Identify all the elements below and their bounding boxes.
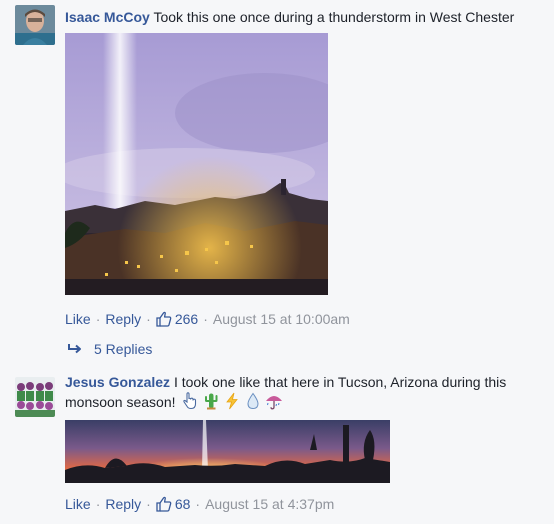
author-name[interactable]: Jesus Gonzalez (65, 374, 170, 390)
comment-body: Isaac McCoy Took this one once during a … (65, 8, 548, 27)
separator: · (203, 311, 208, 327)
reply-link[interactable]: Reply (105, 311, 141, 327)
emoji-list (181, 392, 283, 410)
umbrella-icon (266, 396, 283, 410)
cactus-icon (205, 393, 218, 410)
like-link[interactable]: Like (65, 311, 91, 327)
comment-body: Jesus Gonzalez I took one like that here… (65, 373, 548, 412)
thumbs-up-icon (156, 311, 172, 327)
reply-link[interactable]: Reply (105, 496, 141, 512)
timestamp[interactable]: August 15 at 4:37pm (205, 496, 334, 512)
separator: · (95, 496, 101, 512)
lightning-icon (226, 392, 239, 410)
droplet-icon (247, 392, 259, 410)
thumbs-up-icon (156, 496, 172, 512)
author-name[interactable]: Isaac McCoy (65, 9, 150, 25)
like-count-value: 266 (174, 311, 199, 327)
comment-actions: Like · Reply · 68 · August 15 at 4:37pm (65, 496, 334, 512)
hand-pointing-icon (183, 392, 197, 410)
comment-actions: Like · Reply · 266 · August 15 at 10:00a… (65, 311, 350, 327)
avatar[interactable] (15, 5, 55, 45)
replies-label: 5 Replies (94, 341, 153, 357)
like-count[interactable]: 266 (156, 311, 198, 327)
separator: · (146, 496, 151, 512)
like-count-value: 68 (174, 496, 191, 512)
separator: · (195, 496, 201, 512)
timestamp[interactable]: August 15 at 10:00am (213, 311, 350, 327)
like-link[interactable]: Like (65, 496, 91, 512)
separator: · (146, 311, 151, 327)
comment-photo[interactable] (65, 33, 328, 295)
comment-photo[interactable] (65, 420, 390, 483)
like-count[interactable]: 68 (156, 496, 191, 512)
avatar[interactable] (15, 377, 55, 417)
reply-arrow-icon (68, 344, 81, 354)
separator: · (95, 311, 101, 327)
comment-text: Took this one once during a thunderstorm… (153, 9, 515, 25)
view-replies-link[interactable]: 5 Replies (68, 341, 152, 357)
